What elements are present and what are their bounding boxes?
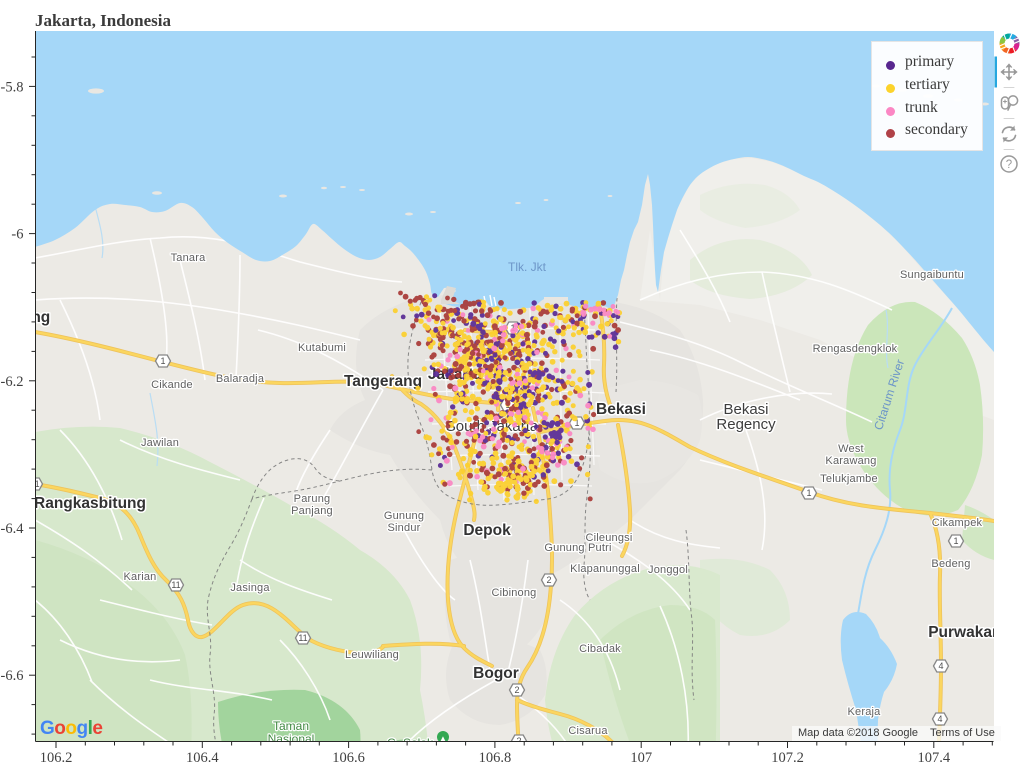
svg-text:107: 107 — [630, 750, 652, 766]
svg-text:Rengasdengklok: Rengasdengklok — [813, 343, 898, 355]
svg-text:G. Salak: G. Salak — [387, 736, 434, 750]
svg-text:Cikampek: Cikampek — [932, 517, 983, 529]
svg-text:11: 11 — [298, 633, 307, 643]
svg-text:107.2: 107.2 — [771, 750, 804, 766]
svg-text:107.4: 107.4 — [917, 750, 950, 766]
svg-text:106.4: 106.4 — [186, 750, 219, 766]
svg-text:Gunung: Gunung — [384, 510, 424, 522]
svg-text:106.8: 106.8 — [479, 750, 512, 766]
svg-text:Cisarua: Cisarua — [568, 725, 608, 737]
svg-text:?: ? — [1006, 159, 1012, 171]
svg-text:West: West — [838, 443, 864, 455]
svg-text:Balaradja: Balaradja — [216, 373, 265, 385]
svg-text:-6: -6 — [11, 227, 23, 243]
svg-text:Jawilan: Jawilan — [141, 437, 179, 449]
svg-text:Karian: Karian — [124, 571, 157, 583]
svg-text:Leuwiliang: Leuwiliang — [345, 649, 399, 661]
svg-text:Gunung Putri: Gunung Putri — [544, 542, 611, 554]
svg-text:Keraja: Keraja — [848, 706, 882, 718]
svg-text:Cibadak: Cibadak — [579, 643, 621, 655]
svg-text:Bekasi: Bekasi — [596, 401, 646, 418]
svg-text:Telukjambe: Telukjambe — [820, 473, 878, 485]
svg-text:Jasinga: Jasinga — [230, 582, 270, 594]
svg-text:4: 4 — [938, 661, 943, 671]
svg-text:Regency: Regency — [716, 416, 776, 433]
svg-text:Karawang: Karawang — [825, 455, 876, 467]
svg-text:11: 11 — [171, 580, 180, 590]
svg-text:2: 2 — [514, 685, 519, 695]
svg-text:Depok: Depok — [463, 522, 511, 539]
svg-text:Sungaibuntu: Sungaibuntu — [900, 269, 964, 281]
svg-text:1: 1 — [806, 488, 811, 498]
svg-text:-5.8: -5.8 — [1, 79, 24, 95]
svg-text:Bedeng: Bedeng — [931, 558, 970, 570]
svg-text:Nasional: Nasional — [268, 732, 315, 746]
svg-text:-6.6: -6.6 — [1, 668, 24, 684]
svg-text:Klapanunggal: Klapanunggal — [570, 563, 640, 575]
svg-text:106.6: 106.6 — [332, 750, 365, 766]
svg-text:Rangkasbitung: Rangkasbitung — [34, 495, 146, 512]
svg-text:Sindur: Sindur — [388, 522, 421, 534]
svg-text:Tlk. Jkt: Tlk. Jkt — [508, 260, 547, 274]
svg-text:Cibinong: Cibinong — [491, 587, 536, 599]
svg-text:Jonggol: Jonggol — [648, 564, 688, 576]
svg-text:Serang: Serang — [0, 309, 50, 326]
svg-text:2: 2 — [546, 575, 551, 585]
svg-text:Tanara: Tanara — [171, 252, 207, 264]
svg-text:Panjang: Panjang — [291, 505, 333, 517]
svg-text:Cikande: Cikande — [151, 379, 193, 391]
svg-text:-6.4: -6.4 — [1, 521, 25, 537]
svg-text:1: 1 — [953, 536, 958, 546]
svg-text:-6.2: -6.2 — [1, 374, 24, 390]
svg-text:Tangerang: Tangerang — [344, 373, 422, 390]
svg-text:Parung: Parung — [294, 493, 331, 505]
svg-text:1: 1 — [160, 356, 165, 366]
svg-text:Kutabumi: Kutabumi — [298, 342, 346, 354]
svg-text:Taman: Taman — [273, 719, 309, 733]
svg-text:Bogor: Bogor — [473, 665, 519, 682]
svg-text:4: 4 — [937, 714, 942, 724]
svg-text:Purwakarta: Purwakarta — [928, 624, 1012, 641]
svg-text:106.2: 106.2 — [40, 750, 73, 766]
